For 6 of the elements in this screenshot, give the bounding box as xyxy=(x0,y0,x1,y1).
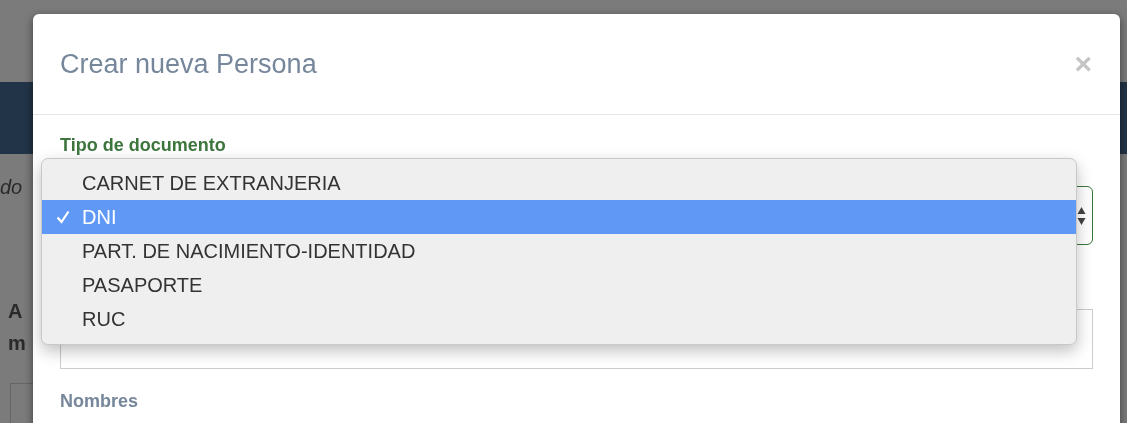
background-text: do xyxy=(0,176,23,199)
field-label: Nombres xyxy=(60,391,140,412)
field-label: Tipo de documento xyxy=(60,135,227,156)
modal-title: Crear nueva Persona xyxy=(60,48,317,80)
background-text: m xyxy=(8,332,26,355)
background-text: A xyxy=(8,300,23,323)
